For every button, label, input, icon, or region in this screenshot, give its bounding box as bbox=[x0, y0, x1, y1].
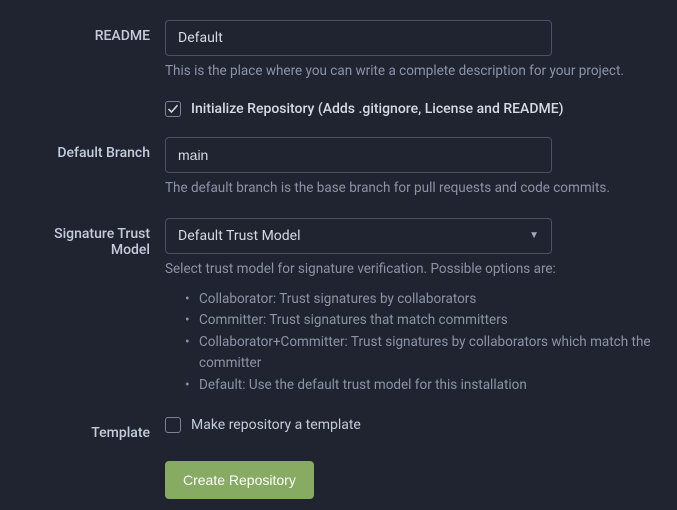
trust-model-select[interactable]: Default Trust Model ▼ bbox=[165, 218, 552, 254]
default-branch-label: Default Branch bbox=[15, 137, 165, 198]
chevron-down-icon: ▼ bbox=[529, 230, 539, 241]
list-item: Collaborator+Committer: Trust signatures… bbox=[185, 332, 662, 375]
list-item: Collaborator: Trust signatures by collab… bbox=[185, 289, 662, 311]
template-checkbox[interactable] bbox=[165, 417, 181, 433]
trust-model-help-text: Select trust model for signature verific… bbox=[165, 260, 662, 279]
template-label: Template bbox=[15, 417, 165, 441]
create-repository-button[interactable]: Create Repository bbox=[165, 461, 314, 499]
list-item: Committer: Trust signatures that match c… bbox=[185, 310, 662, 332]
default-branch-input[interactable] bbox=[165, 137, 552, 173]
readme-help-text: This is the place where you can write a … bbox=[165, 62, 662, 81]
template-checkbox-label: Make repository a template bbox=[191, 417, 361, 433]
trust-model-options-list: Collaborator: Trust signatures by collab… bbox=[165, 289, 662, 397]
init-repo-checkbox[interactable] bbox=[165, 101, 181, 117]
readme-select-value: Default bbox=[178, 30, 223, 46]
list-item: Default: Use the default trust model for… bbox=[185, 375, 662, 397]
readme-select[interactable]: Default bbox=[165, 20, 552, 56]
readme-label: README bbox=[15, 20, 165, 81]
trust-model-select-value: Default Trust Model bbox=[178, 228, 301, 244]
default-branch-help-text: The default branch is the base branch fo… bbox=[165, 179, 662, 198]
trust-model-label: Signature Trust Model bbox=[15, 218, 165, 397]
checkmark-icon bbox=[167, 103, 179, 115]
init-repo-label: Initialize Repository (Adds .gitignore, … bbox=[191, 101, 564, 117]
